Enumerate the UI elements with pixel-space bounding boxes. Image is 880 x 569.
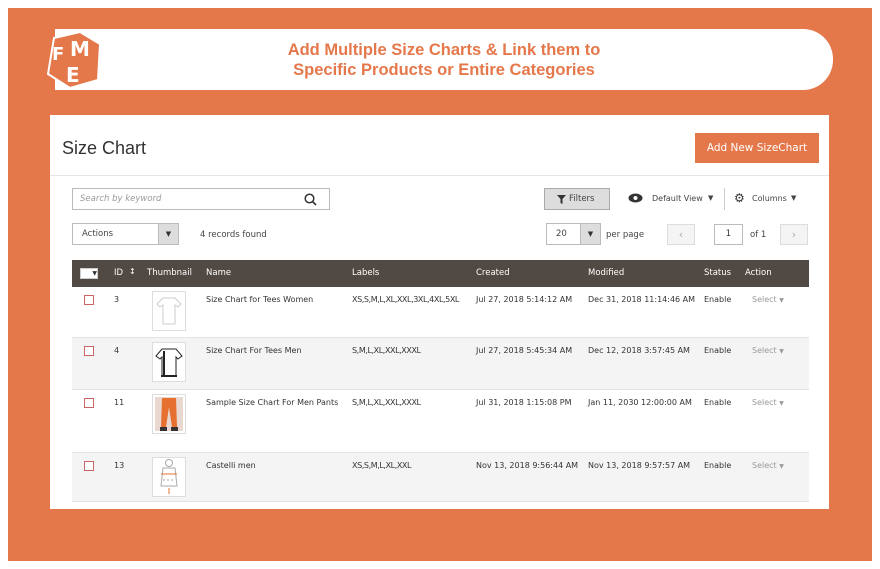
page-number-input[interactable]: 1 <box>714 224 743 245</box>
svg-text:F: F <box>52 44 64 65</box>
filters-button[interactable]: Filters <box>544 188 610 210</box>
svg-text:M: M <box>70 37 90 61</box>
select-label: Select <box>752 346 777 355</box>
column-action: Action <box>745 268 772 278</box>
row-action-select[interactable]: Select ▼ <box>752 295 784 304</box>
mass-select-checkbox[interactable]: ▼ <box>80 268 98 279</box>
thumbnail-image <box>152 342 186 382</box>
row-checkbox[interactable] <box>84 346 94 356</box>
select-label: Select <box>752 461 777 470</box>
column-status[interactable]: Status <box>704 268 731 278</box>
actions-dropdown[interactable]: Actions ▼ <box>72 223 179 245</box>
per-page-select[interactable]: 20 ▼ <box>546 223 601 245</box>
table-row: 13 Castelli men XS,S,M,L,XL,XXL Nov 13, … <box>72 453 809 502</box>
eye-icon <box>628 193 643 203</box>
row-labels: XS,S,M,L,XL,XXL <box>352 461 412 470</box>
row-action-select[interactable]: Select ▼ <box>752 346 784 355</box>
select-label: Select <box>752 295 777 304</box>
filter-icon <box>557 195 566 204</box>
search-input[interactable]: Search by keyword <box>72 188 330 210</box>
row-modified: Dec 12, 2018 3:57:45 AM <box>588 346 690 355</box>
page-total: of 1 <box>750 230 767 240</box>
filters-label: Filters <box>569 194 595 204</box>
table-row: 3 Size Chart for Tees Women XS,S,M,L,XL,… <box>72 287 809 338</box>
row-checkbox[interactable] <box>84 398 94 408</box>
promo-banner: Add Multiple Size Charts & Link them to … <box>55 29 833 90</box>
row-name: Size Chart For Tees Men <box>206 346 302 355</box>
row-status: Enable <box>704 346 732 355</box>
table-row: 4 Size Chart For Tees Men S,M,L,XL,XXL,X… <box>72 338 809 390</box>
chevron-down-icon: ▼ <box>779 463 784 470</box>
chevron-down-icon: ▼ <box>791 194 797 202</box>
thumbnail-image <box>152 457 186 497</box>
row-labels: S,M,L,XL,XXL,XXXL <box>352 346 421 355</box>
row-checkbox[interactable] <box>84 295 94 305</box>
columns-label: Columns <box>752 194 787 203</box>
column-created[interactable]: Created <box>476 268 510 278</box>
row-action-select[interactable]: Select ▼ <box>752 398 784 407</box>
sort-icon: ↕ <box>129 267 136 276</box>
records-count: 4 records found <box>200 230 267 240</box>
column-labels[interactable]: Labels <box>352 268 379 278</box>
column-name[interactable]: Name <box>206 268 231 278</box>
separator <box>724 188 725 210</box>
chevron-down-icon: ▼ <box>708 194 714 202</box>
row-name: Castelli men <box>206 461 256 470</box>
row-status: Enable <box>704 398 732 407</box>
size-chart-panel: Size Chart Add New SizeChart Search by k… <box>50 115 829 509</box>
column-modified[interactable]: Modified <box>588 268 624 278</box>
chevron-down-icon: ▼ <box>779 348 784 355</box>
row-created: Jul 27, 2018 5:14:12 AM <box>476 295 573 304</box>
row-modified: Jan 11, 2030 12:00:00 AM <box>588 398 692 407</box>
row-id: 11 <box>114 398 125 407</box>
per-page-label: per page <box>606 230 645 240</box>
add-new-sizechart-button[interactable]: Add New SizeChart <box>695 133 819 163</box>
table-row: 11 Sample Size Chart For Men Pants S,M,L… <box>72 390 809 453</box>
search-placeholder: Search by keyword <box>80 194 162 204</box>
next-page-button[interactable]: › <box>780 224 808 245</box>
actions-label: Actions <box>82 229 114 239</box>
svg-text:E: E <box>66 63 80 87</box>
row-id: 13 <box>114 461 125 470</box>
row-id: 4 <box>114 346 120 355</box>
default-view-dropdown[interactable]: Default View ▼ <box>628 192 716 206</box>
row-labels: XS,S,M,L,XL,XXL,3XL,4XL,5XL <box>352 295 459 304</box>
gear-icon: ⚙ <box>734 191 745 205</box>
row-name: Sample Size Chart For Men Pants <box>206 398 339 407</box>
chevron-down-icon: ▼ <box>779 297 784 304</box>
row-action-select[interactable]: Select ▼ <box>752 461 784 470</box>
divider <box>50 175 829 176</box>
banner-line-1: Add Multiple Size Charts & Link them to <box>287 41 601 59</box>
select-label: Select <box>752 398 777 407</box>
column-thumbnail[interactable]: Thumbnail <box>147 268 192 278</box>
row-labels: S,M,L,XL,XXL,XXXL <box>352 398 421 407</box>
page-title: Size Chart <box>62 138 147 158</box>
search-icon[interactable] <box>304 193 317 206</box>
default-view-label: Default View <box>652 194 703 203</box>
columns-dropdown[interactable]: ⚙ Columns ▼ <box>734 191 804 206</box>
chevron-down-icon: ▼ <box>158 224 178 244</box>
row-id: 3 <box>114 295 120 304</box>
thumbnail-image <box>152 291 186 331</box>
per-page-value: 20 <box>556 229 567 239</box>
row-created: Jul 27, 2018 5:45:34 AM <box>476 346 573 355</box>
row-modified: Dec 31, 2018 11:14:46 AM <box>588 295 696 304</box>
row-name: Size Chart for Tees Women <box>206 295 314 304</box>
thumbnail-image <box>152 394 186 434</box>
chevron-down-icon: ▼ <box>580 224 600 244</box>
size-chart-grid: ▼ ID ↕ Thumbnail Name Labels Created Mod… <box>72 260 809 502</box>
row-status: Enable <box>704 461 732 470</box>
row-checkbox[interactable] <box>84 461 94 471</box>
column-id[interactable]: ID <box>114 268 123 278</box>
banner-line-2: Specific Products or Entire Categories <box>293 61 595 79</box>
fme-logo: F M E <box>46 30 102 90</box>
previous-page-button[interactable]: ‹ <box>667 224 695 245</box>
row-modified: Nov 13, 2018 9:57:57 AM <box>588 461 691 470</box>
row-status: Enable <box>704 295 732 304</box>
row-created: Nov 13, 2018 9:56:44 AM <box>476 461 579 470</box>
chevron-down-icon: ▼ <box>779 400 784 407</box>
row-created: Jul 31, 2018 1:15:08 PM <box>476 398 572 407</box>
grid-header: ▼ ID ↕ Thumbnail Name Labels Created Mod… <box>72 260 809 287</box>
